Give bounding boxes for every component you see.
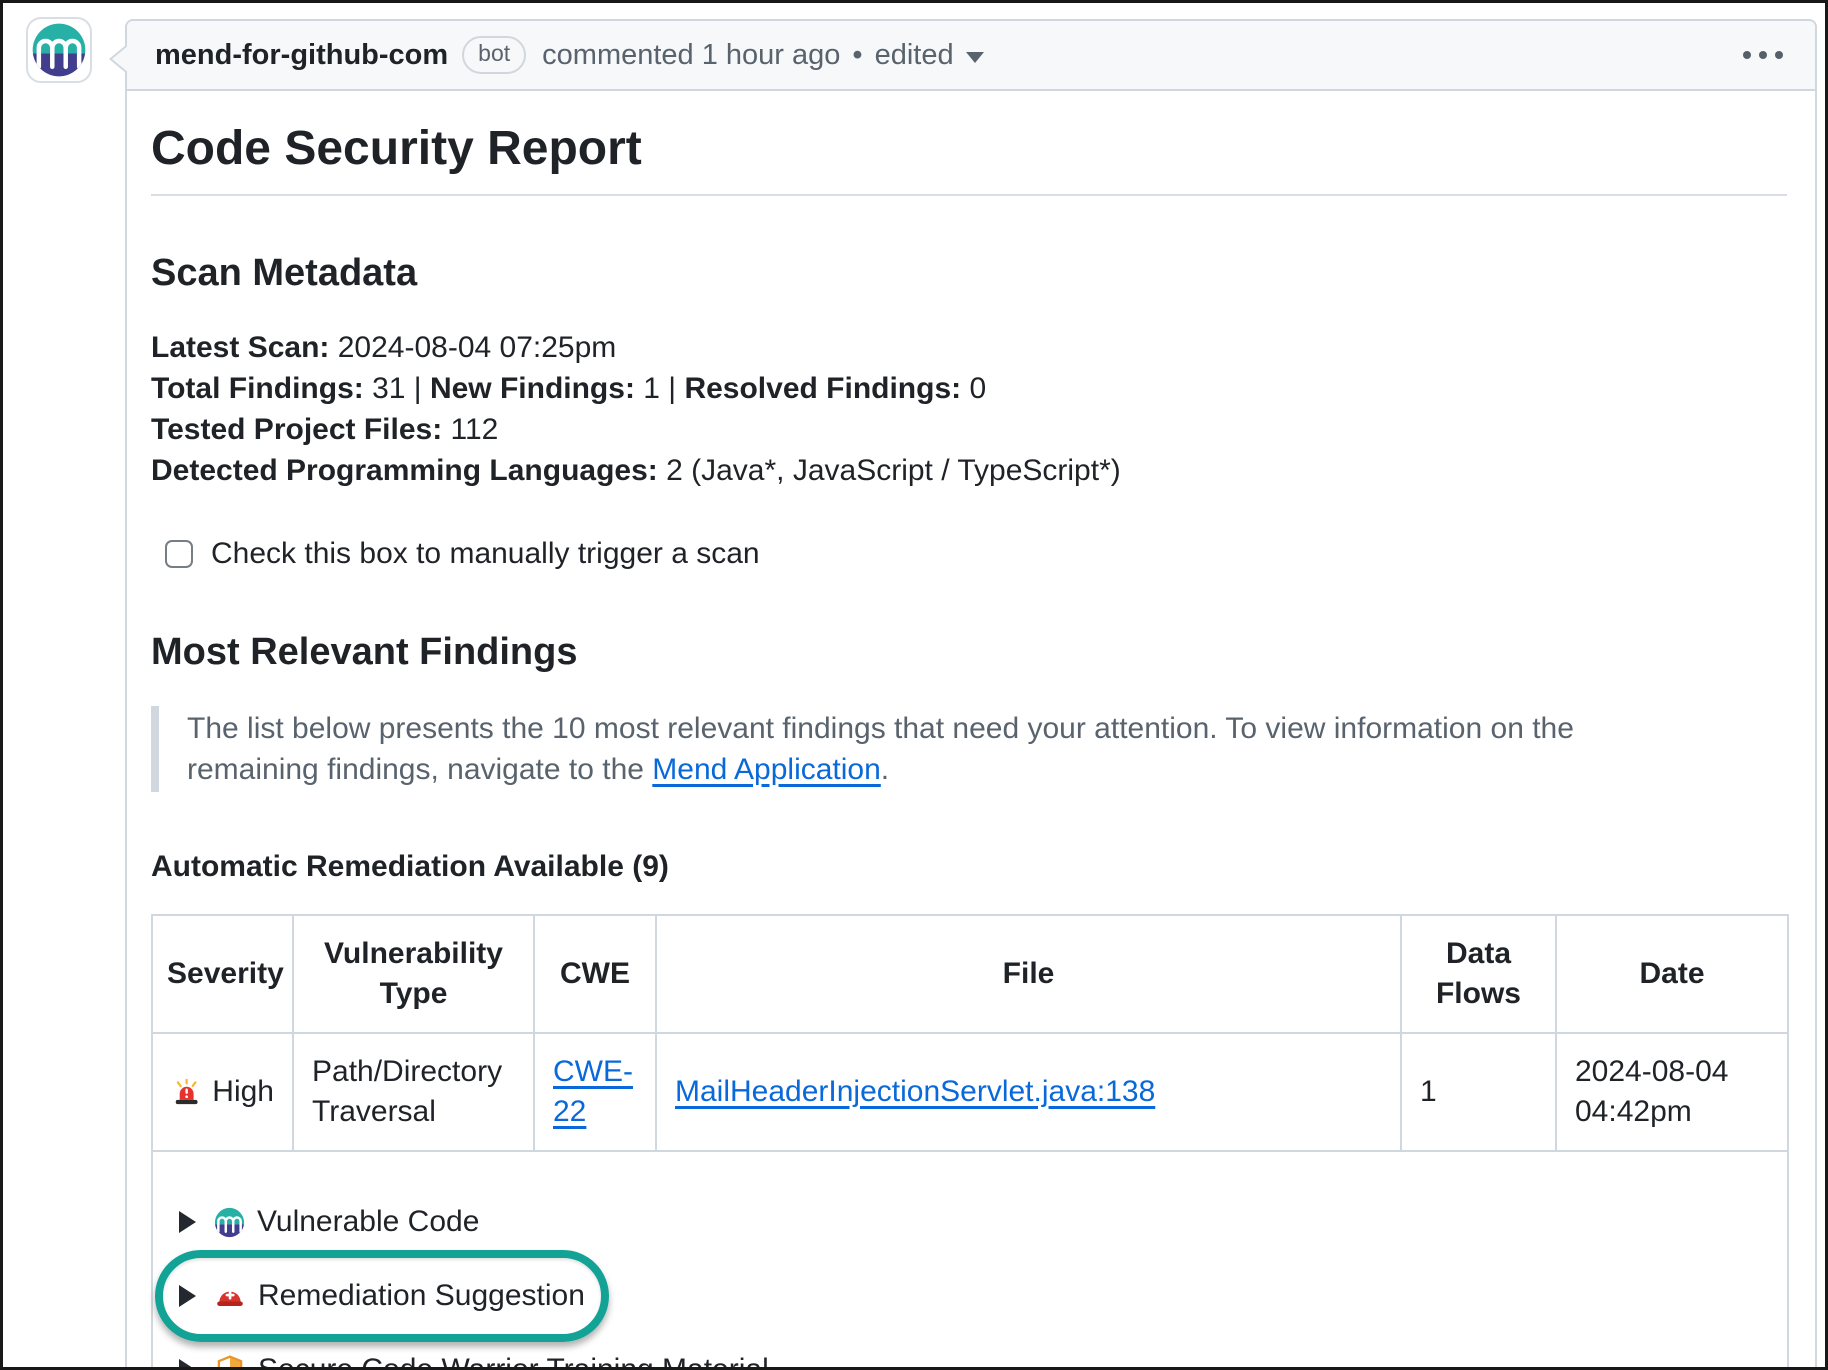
avatar[interactable] — [26, 17, 92, 83]
bot-badge: bot — [462, 36, 526, 73]
col-severity: Severity — [152, 915, 293, 1033]
training-material-summary[interactable]: Secure Code Warrior Training Material — [173, 1340, 769, 1370]
screenshot-frame: mend-for-github-com bot commented 1 hour… — [0, 0, 1828, 1370]
col-cwe: CWE — [534, 915, 656, 1033]
comment-body: Code Security Report Scan Metadata Lates… — [127, 121, 1815, 1370]
meta-separator: • — [852, 39, 862, 72]
edited-label: edited — [875, 39, 954, 72]
col-file: File — [656, 915, 1401, 1033]
disclosure-triangle-icon — [179, 1211, 196, 1233]
comment-header: mend-for-github-com bot commented 1 hour… — [127, 21, 1815, 91]
manual-scan-label: Check this box to manually trigger a sca… — [211, 537, 760, 571]
scan-metadata: Latest Scan: 2024-08-04 07:25pm Total Fi… — [151, 327, 1787, 491]
vulnerability-type-cell: Path/Directory Traversal — [293, 1033, 534, 1151]
table-header-row: Severity Vulnerability Type CWE File Dat… — [152, 915, 1788, 1033]
mend-logo-icon — [31, 22, 87, 78]
col-date: Date — [1556, 915, 1788, 1033]
kebab-menu-icon[interactable] — [1741, 41, 1785, 69]
comment-card: mend-for-github-com bot commented 1 hour… — [125, 19, 1817, 1370]
auto-remediation-heading: Automatic Remediation Available (9) — [151, 850, 1787, 884]
manual-scan-checkbox[interactable] — [165, 540, 193, 568]
findings-table: Severity Vulnerability Type CWE File Dat… — [151, 914, 1789, 1370]
mend-application-link[interactable]: Mend Application — [652, 753, 881, 786]
data-flows-cell: 1 — [1401, 1033, 1556, 1151]
caret-down-icon — [966, 52, 984, 63]
severity-cell: High — [171, 1072, 274, 1112]
speech-bubble-caret — [109, 45, 126, 73]
findings-counts-line: Total Findings: 31 | New Findings: 1 | R… — [151, 368, 1787, 409]
date-cell: 2024-08-04 04:42pm — [1556, 1033, 1788, 1151]
disclosure-triangle-icon — [179, 1359, 196, 1370]
manual-scan-task: Check this box to manually trigger a sca… — [165, 537, 1787, 571]
comment-author[interactable]: mend-for-github-com — [155, 39, 448, 72]
mend-logo-icon — [214, 1207, 245, 1238]
disclosure-triangle-icon — [179, 1285, 196, 1307]
comment-timestamp[interactable]: commented 1 hour ago — [542, 39, 840, 72]
file-link[interactable]: MailHeaderInjectionServlet.java:138 — [675, 1075, 1155, 1108]
summary-label: Vulnerable Code — [257, 1202, 479, 1242]
finding-row: High Path/Directory Traversal CWE-22 Mai… — [152, 1033, 1788, 1151]
rescue-helmet-icon — [214, 1280, 246, 1312]
edited-dropdown[interactable]: edited — [875, 39, 984, 72]
finding-details-row: Vulnerable Code Remediation Suggestion — [152, 1151, 1788, 1370]
col-data-flows: Data Flows — [1401, 915, 1556, 1033]
col-vulnerability-type: Vulnerability Type — [293, 915, 534, 1033]
shield-icon — [214, 1354, 246, 1370]
scan-metadata-heading: Scan Metadata — [151, 252, 1787, 295]
findings-note: The list below presents the 10 most rele… — [151, 706, 1741, 792]
most-relevant-findings-heading: Most Relevant Findings — [151, 631, 1787, 674]
summary-label: Secure Code Warrior Training Material — [258, 1350, 769, 1370]
page-title: Code Security Report — [151, 121, 1787, 196]
severity-value: High — [212, 1072, 274, 1112]
cwe-link[interactable]: CWE-22 — [553, 1055, 633, 1128]
summary-label: Remediation Suggestion — [258, 1276, 585, 1316]
siren-icon — [171, 1075, 202, 1109]
vulnerable-code-summary[interactable]: Vulnerable Code — [173, 1192, 479, 1252]
languages-line: Detected Programming Languages: 2 (Java*… — [151, 450, 1787, 491]
remediation-suggestion-summary[interactable]: Remediation Suggestion — [173, 1266, 585, 1326]
tested-files-line: Tested Project Files: 112 — [151, 409, 1787, 450]
latest-scan-line: Latest Scan: 2024-08-04 07:25pm — [151, 327, 1787, 368]
